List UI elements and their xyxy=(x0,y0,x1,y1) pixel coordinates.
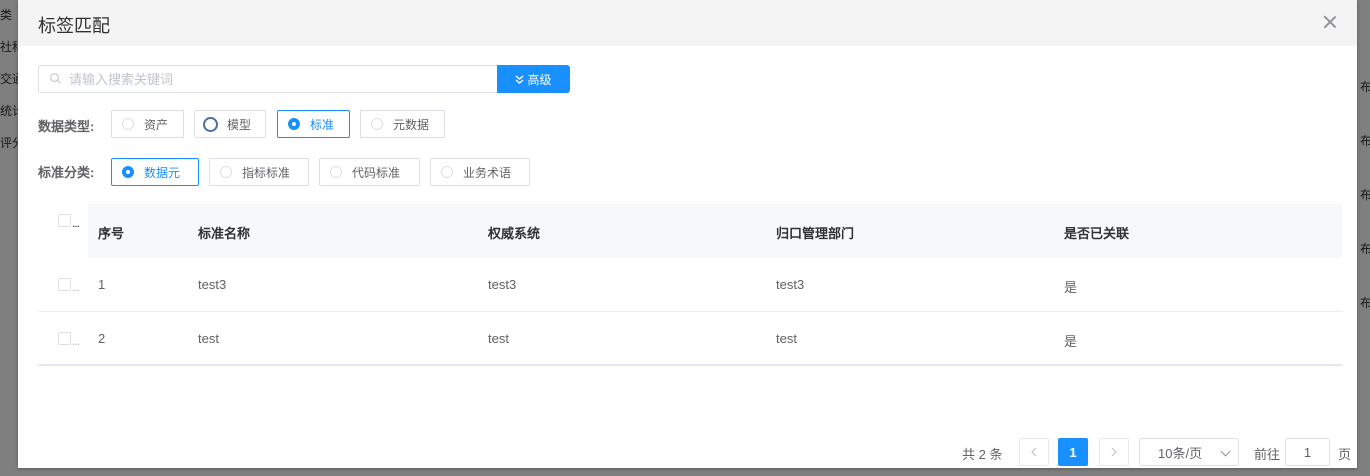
radio-circle-icon xyxy=(122,166,134,178)
search-box xyxy=(38,65,497,93)
pagination-total: 共 2 条 xyxy=(962,447,1003,462)
search-input[interactable] xyxy=(69,69,489,89)
close-icon[interactable] xyxy=(1321,13,1339,31)
column-header-department: 归口管理部门 xyxy=(776,226,855,241)
radio-data-type-model[interactable]: 模型 xyxy=(194,110,266,138)
radio-label: 标准 xyxy=(310,117,335,132)
page-number-button[interactable]: 1 xyxy=(1058,438,1088,466)
radio-circle-icon xyxy=(371,118,383,130)
radio-label: 元数据 xyxy=(393,117,430,132)
cell-system: test3 xyxy=(488,277,517,292)
table-row[interactable]: ... 1 test3 test3 test3 是 xyxy=(38,258,1342,312)
cell-name: test3 xyxy=(198,277,227,292)
prev-page-button[interactable] xyxy=(1019,438,1049,466)
radio-category-data-element[interactable]: 数据元 xyxy=(111,158,199,186)
radio-data-type-standard[interactable]: 标准 xyxy=(277,110,350,138)
radio-circle-icon xyxy=(330,166,342,178)
radio-label: 数据元 xyxy=(144,165,181,180)
column-header-linked: 是否已关联 xyxy=(1064,226,1130,241)
cell-index: 2 xyxy=(98,331,106,346)
row-ellipsis: ... xyxy=(72,334,80,348)
cell-department: test3 xyxy=(776,277,805,292)
radio-circle-icon xyxy=(288,118,300,130)
radio-label: 指标标准 xyxy=(242,165,291,180)
standard-category-label: 标准分类: xyxy=(38,165,95,180)
column-header-index: 序号 xyxy=(98,226,125,241)
chevron-right-icon xyxy=(1111,447,1117,457)
table-row[interactable]: ... 2 test test test 是 xyxy=(38,312,1342,366)
chevron-down-icon xyxy=(1220,446,1231,457)
dialog-title: 标签匹配 xyxy=(38,16,110,36)
radio-circle-icon xyxy=(122,118,134,130)
search-icon xyxy=(50,73,61,84)
cell-linked: 是 xyxy=(1064,334,1078,349)
select-all-checkbox[interactable] xyxy=(58,214,71,227)
cell-department: test xyxy=(776,331,797,346)
data-type-label: 数据类型: xyxy=(38,119,95,134)
radio-category-code[interactable]: 代码标准 xyxy=(319,158,420,186)
column-header-system: 权威系统 xyxy=(488,226,541,241)
radio-circle-icon xyxy=(203,116,218,132)
radio-label: 资产 xyxy=(144,117,169,132)
row-ellipsis: ... xyxy=(72,280,80,294)
page-size-value: 10条/页 xyxy=(1158,445,1203,461)
cell-name: test xyxy=(198,331,219,346)
cell-index: 1 xyxy=(98,277,106,292)
goto-suffix: 页 xyxy=(1338,447,1352,462)
table-bottom-border xyxy=(38,364,1342,366)
column-header-name: 标准名称 xyxy=(198,226,251,241)
advanced-search-button[interactable]: 高级 xyxy=(497,65,570,93)
row-checkbox[interactable] xyxy=(58,332,71,345)
dialog-header: 标签匹配 xyxy=(18,0,1357,46)
header-ellipsis: ... xyxy=(72,216,80,230)
table-header-background xyxy=(88,204,1342,258)
tag-match-dialog: 标签匹配 高级 数据类型: 资产 模型 标准 元数据 标准分类: 数据 xyxy=(18,0,1357,468)
radio-label: 代码标准 xyxy=(352,165,401,180)
double-chevron-down-icon xyxy=(516,75,524,84)
goto-prefix: 前往 xyxy=(1254,447,1281,462)
table-header: ... 序号 标准名称 权威系统 归口管理部门 是否已关联 xyxy=(38,204,1342,258)
radio-category-indicator[interactable]: 指标标准 xyxy=(209,158,309,186)
advanced-search-label: 高级 xyxy=(527,72,552,87)
cell-system: test xyxy=(488,331,509,346)
page-size-select[interactable]: 10条/页 xyxy=(1139,438,1239,466)
radio-label: 业务术语 xyxy=(463,165,512,180)
radio-circle-icon xyxy=(220,166,232,178)
row-checkbox[interactable] xyxy=(58,278,71,291)
goto-page-input[interactable] xyxy=(1285,438,1330,466)
chevron-left-icon xyxy=(1031,447,1037,457)
radio-category-business-term[interactable]: 业务术语 xyxy=(430,158,530,186)
radio-data-type-asset[interactable]: 资产 xyxy=(111,110,184,138)
cell-linked: 是 xyxy=(1064,280,1078,295)
radio-data-type-metadata[interactable]: 元数据 xyxy=(360,110,445,138)
next-page-button[interactable] xyxy=(1099,438,1129,466)
radio-circle-icon xyxy=(441,166,453,178)
radio-label: 模型 xyxy=(227,117,252,132)
